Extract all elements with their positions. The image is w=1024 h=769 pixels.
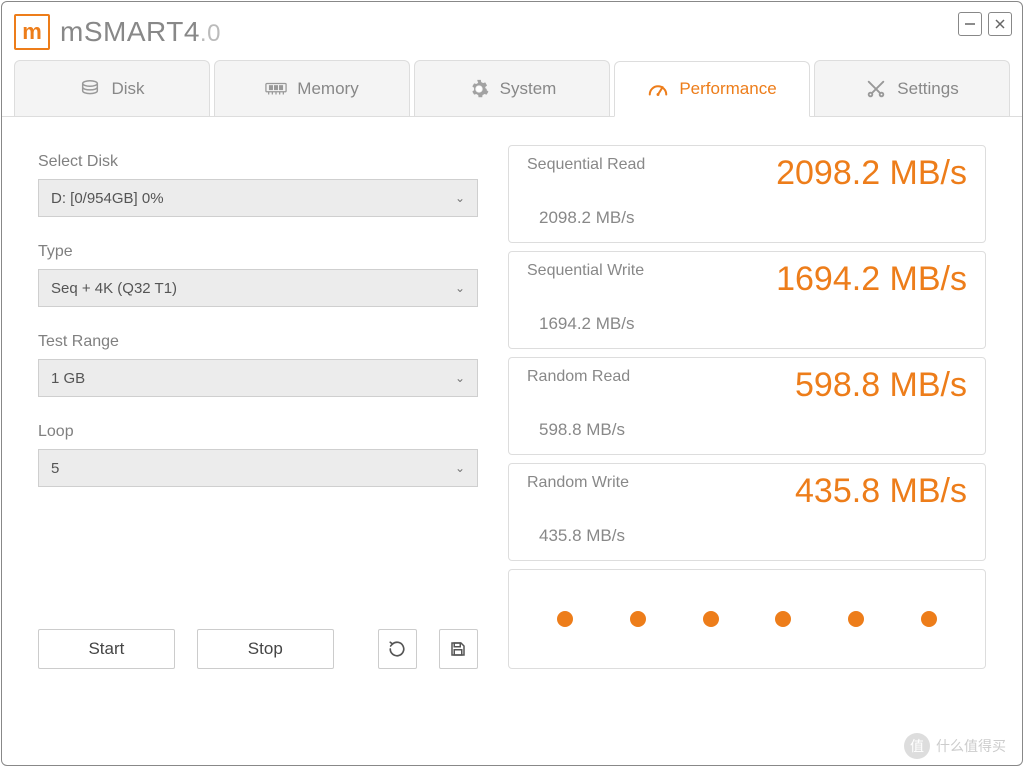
tab-performance[interactable]: Performance	[614, 61, 810, 117]
result-big: 1694.2 MB/s	[776, 260, 967, 299]
start-button[interactable]: Start	[38, 629, 175, 669]
save-icon	[449, 640, 467, 658]
loop-value: 5	[51, 460, 59, 477]
app-window: m mSMART4.0 Disk Memory	[1, 1, 1023, 766]
tab-label: System	[500, 79, 557, 99]
progress-dot	[775, 611, 791, 627]
select-disk-label: Select Disk	[38, 153, 478, 171]
app-title: mSMART4.0	[60, 16, 221, 48]
app-version-minor: .0	[200, 20, 221, 47]
type-value: Seq + 4K (Q32 T1)	[51, 280, 177, 297]
memory-icon	[265, 78, 287, 100]
result-seq-read: Sequential Read 2098.2 MB/s 2098.2 MB/s	[508, 145, 986, 243]
select-disk-dropdown[interactable]: D: [0/954GB] 0% ⌄	[38, 179, 478, 217]
result-rnd-write: Random Write 435.8 MB/s 435.8 MB/s	[508, 463, 986, 561]
result-small: 2098.2 MB/s	[539, 208, 967, 228]
app-version-major: 4	[184, 16, 200, 47]
save-button[interactable]	[439, 629, 478, 669]
close-button[interactable]	[988, 12, 1012, 36]
range-label: Test Range	[38, 333, 478, 351]
tab-label: Performance	[679, 79, 776, 99]
loop-dropdown[interactable]: 5 ⌄	[38, 449, 478, 487]
result-small: 598.8 MB/s	[539, 420, 967, 440]
start-label: Start	[88, 639, 124, 659]
tab-label: Settings	[897, 79, 958, 99]
tab-settings[interactable]: Settings	[814, 60, 1010, 116]
gear-icon	[468, 78, 490, 100]
loop-label: Loop	[38, 423, 478, 441]
progress-dot	[630, 611, 646, 627]
chevron-down-icon: ⌄	[455, 281, 465, 295]
tab-disk[interactable]: Disk	[14, 60, 210, 116]
watermark-icon: 值	[904, 733, 930, 759]
result-small: 1694.2 MB/s	[539, 314, 967, 334]
tab-label: Memory	[297, 79, 358, 99]
progress-dot	[921, 611, 937, 627]
app-logo-icon: m	[14, 14, 50, 50]
tab-label: Disk	[111, 79, 144, 99]
result-big: 2098.2 MB/s	[776, 154, 967, 193]
app-name: mSMART	[60, 16, 184, 47]
stop-button[interactable]: Stop	[197, 629, 334, 669]
gauge-icon	[647, 78, 669, 100]
range-value: 1 GB	[51, 370, 85, 387]
result-rnd-read: Random Read 598.8 MB/s 598.8 MB/s	[508, 357, 986, 455]
result-big: 435.8 MB/s	[795, 472, 967, 511]
minimize-button[interactable]	[958, 12, 982, 36]
tab-memory[interactable]: Memory	[214, 60, 410, 116]
chevron-down-icon: ⌄	[455, 461, 465, 475]
progress-dot	[703, 611, 719, 627]
progress-dot	[848, 611, 864, 627]
titlebar: m mSMART4.0	[2, 2, 1022, 54]
chevron-down-icon: ⌄	[455, 191, 465, 205]
tab-bar: Disk Memory System Performance Settings	[2, 54, 1022, 117]
refresh-button[interactable]	[378, 629, 417, 669]
watermark-text: 什么值得买	[936, 736, 1006, 756]
watermark: 值 什么值得买	[904, 733, 1006, 759]
range-dropdown[interactable]: 1 GB ⌄	[38, 359, 478, 397]
refresh-icon	[388, 640, 406, 658]
results-panel: Sequential Read 2098.2 MB/s 2098.2 MB/s …	[508, 145, 986, 669]
tab-system[interactable]: System	[414, 60, 610, 116]
disk-icon	[79, 78, 101, 100]
select-disk-value: D: [0/954GB] 0%	[51, 190, 164, 207]
type-label: Type	[38, 243, 478, 261]
type-dropdown[interactable]: Seq + 4K (Q32 T1) ⌄	[38, 269, 478, 307]
result-small: 435.8 MB/s	[539, 526, 967, 546]
chevron-down-icon: ⌄	[455, 371, 465, 385]
progress-dot	[557, 611, 573, 627]
result-seq-write: Sequential Write 1694.2 MB/s 1694.2 MB/s	[508, 251, 986, 349]
controls-panel: Select Disk D: [0/954GB] 0% ⌄ Type Seq +…	[38, 145, 478, 669]
window-controls	[958, 12, 1012, 36]
result-big: 598.8 MB/s	[795, 366, 967, 405]
action-row: Start Stop	[38, 589, 478, 669]
stop-label: Stop	[248, 639, 283, 659]
settings-icon	[865, 78, 887, 100]
progress-dots-card	[508, 569, 986, 669]
content-area: Select Disk D: [0/954GB] 0% ⌄ Type Seq +…	[2, 117, 1022, 689]
